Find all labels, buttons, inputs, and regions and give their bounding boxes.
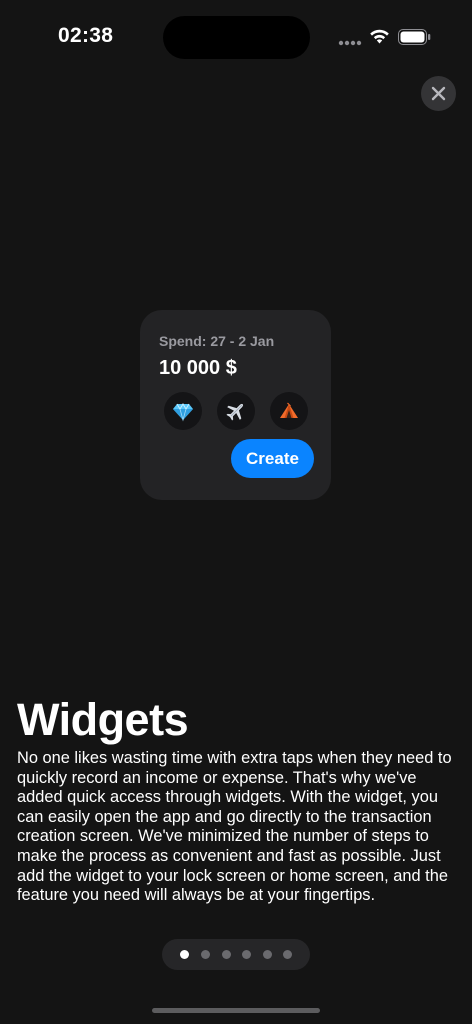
close-button[interactable] bbox=[421, 76, 456, 111]
page-dot-5[interactable] bbox=[263, 950, 272, 959]
page-dot-2[interactable] bbox=[201, 950, 210, 959]
widget-period-label: Spend: 27 - 2 Jan bbox=[159, 333, 275, 349]
page-description: No one likes wasting time with extra tap… bbox=[17, 749, 452, 905]
diamond-icon bbox=[173, 403, 193, 422]
cellular-signal-icon bbox=[338, 40, 362, 46]
widget-amount: 10 000 $ bbox=[159, 357, 237, 379]
widget-category-icons bbox=[164, 392, 308, 430]
page-dot-1[interactable] bbox=[180, 950, 189, 959]
airplane-icon bbox=[226, 403, 244, 421]
wifi-icon bbox=[370, 29, 389, 44]
battery-icon bbox=[398, 29, 431, 45]
create-button[interactable]: Create bbox=[231, 439, 314, 478]
category-diamond[interactable] bbox=[164, 392, 202, 430]
page-dot-4[interactable] bbox=[242, 950, 251, 959]
dynamic-island bbox=[163, 16, 310, 59]
close-icon bbox=[431, 86, 446, 101]
page-title: Widgets bbox=[17, 694, 189, 745]
category-tent[interactable] bbox=[270, 392, 308, 430]
page-dot-6[interactable] bbox=[283, 950, 292, 959]
category-airplane[interactable] bbox=[217, 392, 255, 430]
page-dot-3[interactable] bbox=[222, 950, 231, 959]
widget-preview-card: Spend: 27 - 2 Jan 10 000 $ Create bbox=[140, 310, 331, 500]
home-indicator[interactable] bbox=[152, 1008, 320, 1013]
tent-icon bbox=[280, 402, 298, 418]
page-indicator[interactable] bbox=[162, 939, 310, 970]
status-time: 02:38 bbox=[58, 24, 114, 47]
